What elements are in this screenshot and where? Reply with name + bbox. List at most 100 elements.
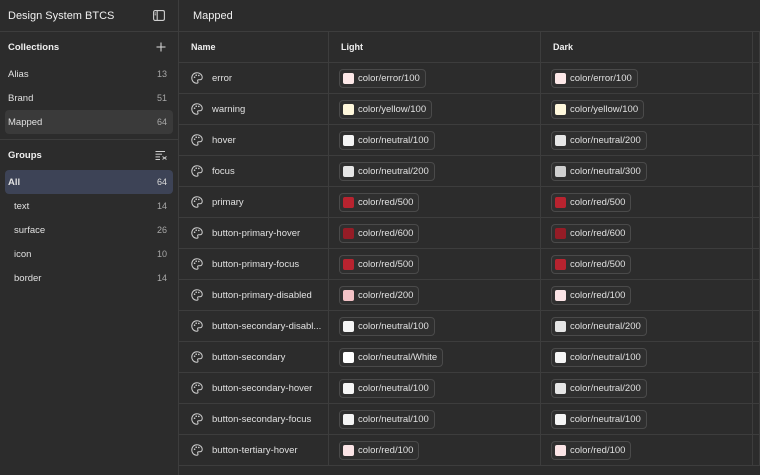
table-row[interactable]: button-secondary color/neutral/White col… bbox=[179, 342, 760, 373]
table-row[interactable]: button-primary-focus color/red/500 color… bbox=[179, 249, 760, 280]
list-filter-icon[interactable] bbox=[154, 148, 168, 162]
variable-name-cell[interactable]: button-secondary bbox=[179, 342, 329, 372]
light-value-cell[interactable]: color/red/200 bbox=[329, 280, 541, 310]
variable-name-cell[interactable]: focus bbox=[179, 156, 329, 186]
dark-value-cell[interactable]: color/error/100 bbox=[541, 63, 753, 93]
collection-item-mapped[interactable]: Mapped 64 bbox=[5, 110, 173, 134]
plus-icon[interactable] bbox=[154, 40, 168, 54]
variable-name-cell[interactable]: error bbox=[179, 63, 329, 93]
alias-label: color/red/500 bbox=[358, 258, 414, 270]
light-value-cell[interactable]: color/red/100 bbox=[329, 435, 541, 465]
table-row[interactable]: button-primary-hover color/red/600 color… bbox=[179, 218, 760, 249]
alias-chip[interactable]: color/error/100 bbox=[339, 68, 426, 88]
group-item-text[interactable]: text 14 bbox=[5, 194, 173, 218]
alias-chip[interactable]: color/yellow/100 bbox=[339, 99, 433, 119]
light-value-cell[interactable]: color/error/100 bbox=[329, 63, 541, 93]
variable-name-cell[interactable]: button-primary-focus bbox=[179, 249, 329, 279]
table-row[interactable]: button-tertiary-hover color/red/100 colo… bbox=[179, 435, 760, 466]
collection-item-alias[interactable]: Alias 13 bbox=[5, 62, 173, 86]
alias-chip[interactable]: color/red/600 bbox=[551, 223, 632, 243]
alias-chip[interactable]: color/neutral/100 bbox=[339, 130, 435, 150]
alias-chip[interactable]: color/red/100 bbox=[339, 440, 420, 460]
light-value-cell[interactable]: color/neutral/200 bbox=[329, 156, 541, 186]
dark-value-cell[interactable]: color/neutral/200 bbox=[541, 125, 753, 155]
alias-chip[interactable]: color/red/600 bbox=[339, 223, 420, 243]
dark-value-cell[interactable]: color/red/500 bbox=[541, 249, 753, 279]
group-count: 14 bbox=[156, 273, 167, 283]
dark-value-cell[interactable]: color/yellow/100 bbox=[541, 94, 753, 124]
color-swatch bbox=[343, 289, 354, 301]
alias-chip[interactable]: color/neutral/200 bbox=[551, 378, 647, 398]
light-value-cell[interactable]: color/neutral/100 bbox=[329, 404, 541, 434]
sidebar-toggle-icon[interactable] bbox=[152, 9, 166, 23]
light-value-cell[interactable]: color/red/600 bbox=[329, 218, 541, 248]
group-item-surface[interactable]: surface 26 bbox=[5, 218, 173, 242]
alias-chip[interactable]: color/red/100 bbox=[551, 285, 632, 305]
light-value-cell[interactable]: color/red/500 bbox=[329, 187, 541, 217]
dark-value-cell[interactable]: color/neutral/200 bbox=[541, 311, 753, 341]
alias-chip[interactable]: color/red/500 bbox=[339, 254, 420, 274]
alias-chip[interactable]: color/yellow/100 bbox=[551, 99, 645, 119]
table-row[interactable]: error color/error/100 color/error/100 bbox=[179, 63, 760, 94]
alias-chip[interactable]: color/error/100 bbox=[551, 68, 638, 88]
variable-name-cell[interactable]: button-primary-disabled bbox=[179, 280, 329, 310]
alias-chip[interactable]: color/neutral/300 bbox=[551, 161, 647, 181]
table-row[interactable]: focus color/neutral/200 color/neutral/30… bbox=[179, 156, 760, 187]
group-item-all[interactable]: All 64 bbox=[5, 170, 173, 194]
alias-chip[interactable]: color/neutral/100 bbox=[551, 347, 647, 367]
alias-chip[interactable]: color/neutral/200 bbox=[551, 130, 647, 150]
table-row[interactable]: button-secondary-disabl... color/neutral… bbox=[179, 311, 760, 342]
column-header-dark[interactable]: Dark bbox=[541, 32, 753, 62]
variable-name-cell[interactable]: primary bbox=[179, 187, 329, 217]
variable-name-cell[interactable]: button-secondary-focus bbox=[179, 404, 329, 434]
group-item-border[interactable]: border 14 bbox=[5, 266, 173, 290]
table-row[interactable]: hover color/neutral/100 color/neutral/20… bbox=[179, 125, 760, 156]
light-value-cell[interactable]: color/yellow/100 bbox=[329, 94, 541, 124]
dark-value-cell[interactable]: color/neutral/100 bbox=[541, 342, 753, 372]
alias-chip[interactable]: color/red/500 bbox=[551, 192, 632, 212]
alias-chip[interactable]: color/neutral/100 bbox=[551, 409, 647, 429]
collection-item-brand[interactable]: Brand 51 bbox=[5, 86, 173, 110]
alias-chip[interactable]: color/red/200 bbox=[339, 285, 420, 305]
light-value-cell[interactable]: color/neutral/White bbox=[329, 342, 541, 372]
variable-name-cell[interactable]: button-secondary-disabl... bbox=[179, 311, 329, 341]
variable-name-cell[interactable]: button-tertiary-hover bbox=[179, 435, 329, 465]
alias-chip[interactable]: color/red/500 bbox=[551, 254, 632, 274]
palette-icon bbox=[191, 103, 203, 115]
light-value-cell[interactable]: color/neutral/100 bbox=[329, 311, 541, 341]
table-row[interactable]: primary color/red/500 color/red/500 bbox=[179, 187, 760, 218]
alias-chip[interactable]: color/neutral/White bbox=[339, 347, 444, 367]
table-row[interactable]: button-secondary-hover color/neutral/100… bbox=[179, 373, 760, 404]
alias-chip[interactable]: color/neutral/200 bbox=[551, 316, 647, 336]
alias-chip[interactable]: color/neutral/100 bbox=[339, 316, 435, 336]
alias-chip[interactable]: color/neutral/100 bbox=[339, 378, 435, 398]
column-header-name[interactable]: Name bbox=[179, 32, 329, 62]
table-row[interactable]: button-primary-disabled color/red/200 co… bbox=[179, 280, 760, 311]
variable-name-cell[interactable]: button-secondary-hover bbox=[179, 373, 329, 403]
light-value-cell[interactable]: color/neutral/100 bbox=[329, 373, 541, 403]
dark-value-cell[interactable]: color/neutral/200 bbox=[541, 373, 753, 403]
sidebar: Design System BTCS Collections Alias 13 … bbox=[0, 0, 179, 475]
column-header-light[interactable]: Light bbox=[329, 32, 541, 62]
variable-name-cell[interactable]: warning bbox=[179, 94, 329, 124]
alias-chip[interactable]: color/red/100 bbox=[551, 440, 632, 460]
alias-chip[interactable]: color/neutral/200 bbox=[339, 161, 435, 181]
dark-value-cell[interactable]: color/red/100 bbox=[541, 435, 753, 465]
dark-value-cell[interactable]: color/red/100 bbox=[541, 280, 753, 310]
light-value-cell[interactable]: color/red/500 bbox=[329, 249, 541, 279]
dark-value-cell[interactable]: color/neutral/100 bbox=[541, 404, 753, 434]
variable-name-cell[interactable]: button-primary-hover bbox=[179, 218, 329, 248]
table-row[interactable]: button-secondary-focus color/neutral/100… bbox=[179, 404, 760, 435]
dark-value-cell[interactable]: color/red/600 bbox=[541, 218, 753, 248]
alias-chip[interactable]: color/red/500 bbox=[339, 192, 420, 212]
variable-name: button-secondary-hover bbox=[212, 382, 313, 394]
light-value-cell[interactable]: color/neutral/100 bbox=[329, 125, 541, 155]
row-spacer bbox=[753, 94, 760, 124]
table-row[interactable]: warning color/yellow/100 color/yellow/10… bbox=[179, 94, 760, 125]
dark-value-cell[interactable]: color/neutral/300 bbox=[541, 156, 753, 186]
alias-chip[interactable]: color/neutral/100 bbox=[339, 409, 435, 429]
group-item-icon[interactable]: icon 10 bbox=[5, 242, 173, 266]
dark-value-cell[interactable]: color/red/500 bbox=[541, 187, 753, 217]
variable-name-cell[interactable]: hover bbox=[179, 125, 329, 155]
variable-name: primary bbox=[212, 196, 244, 208]
